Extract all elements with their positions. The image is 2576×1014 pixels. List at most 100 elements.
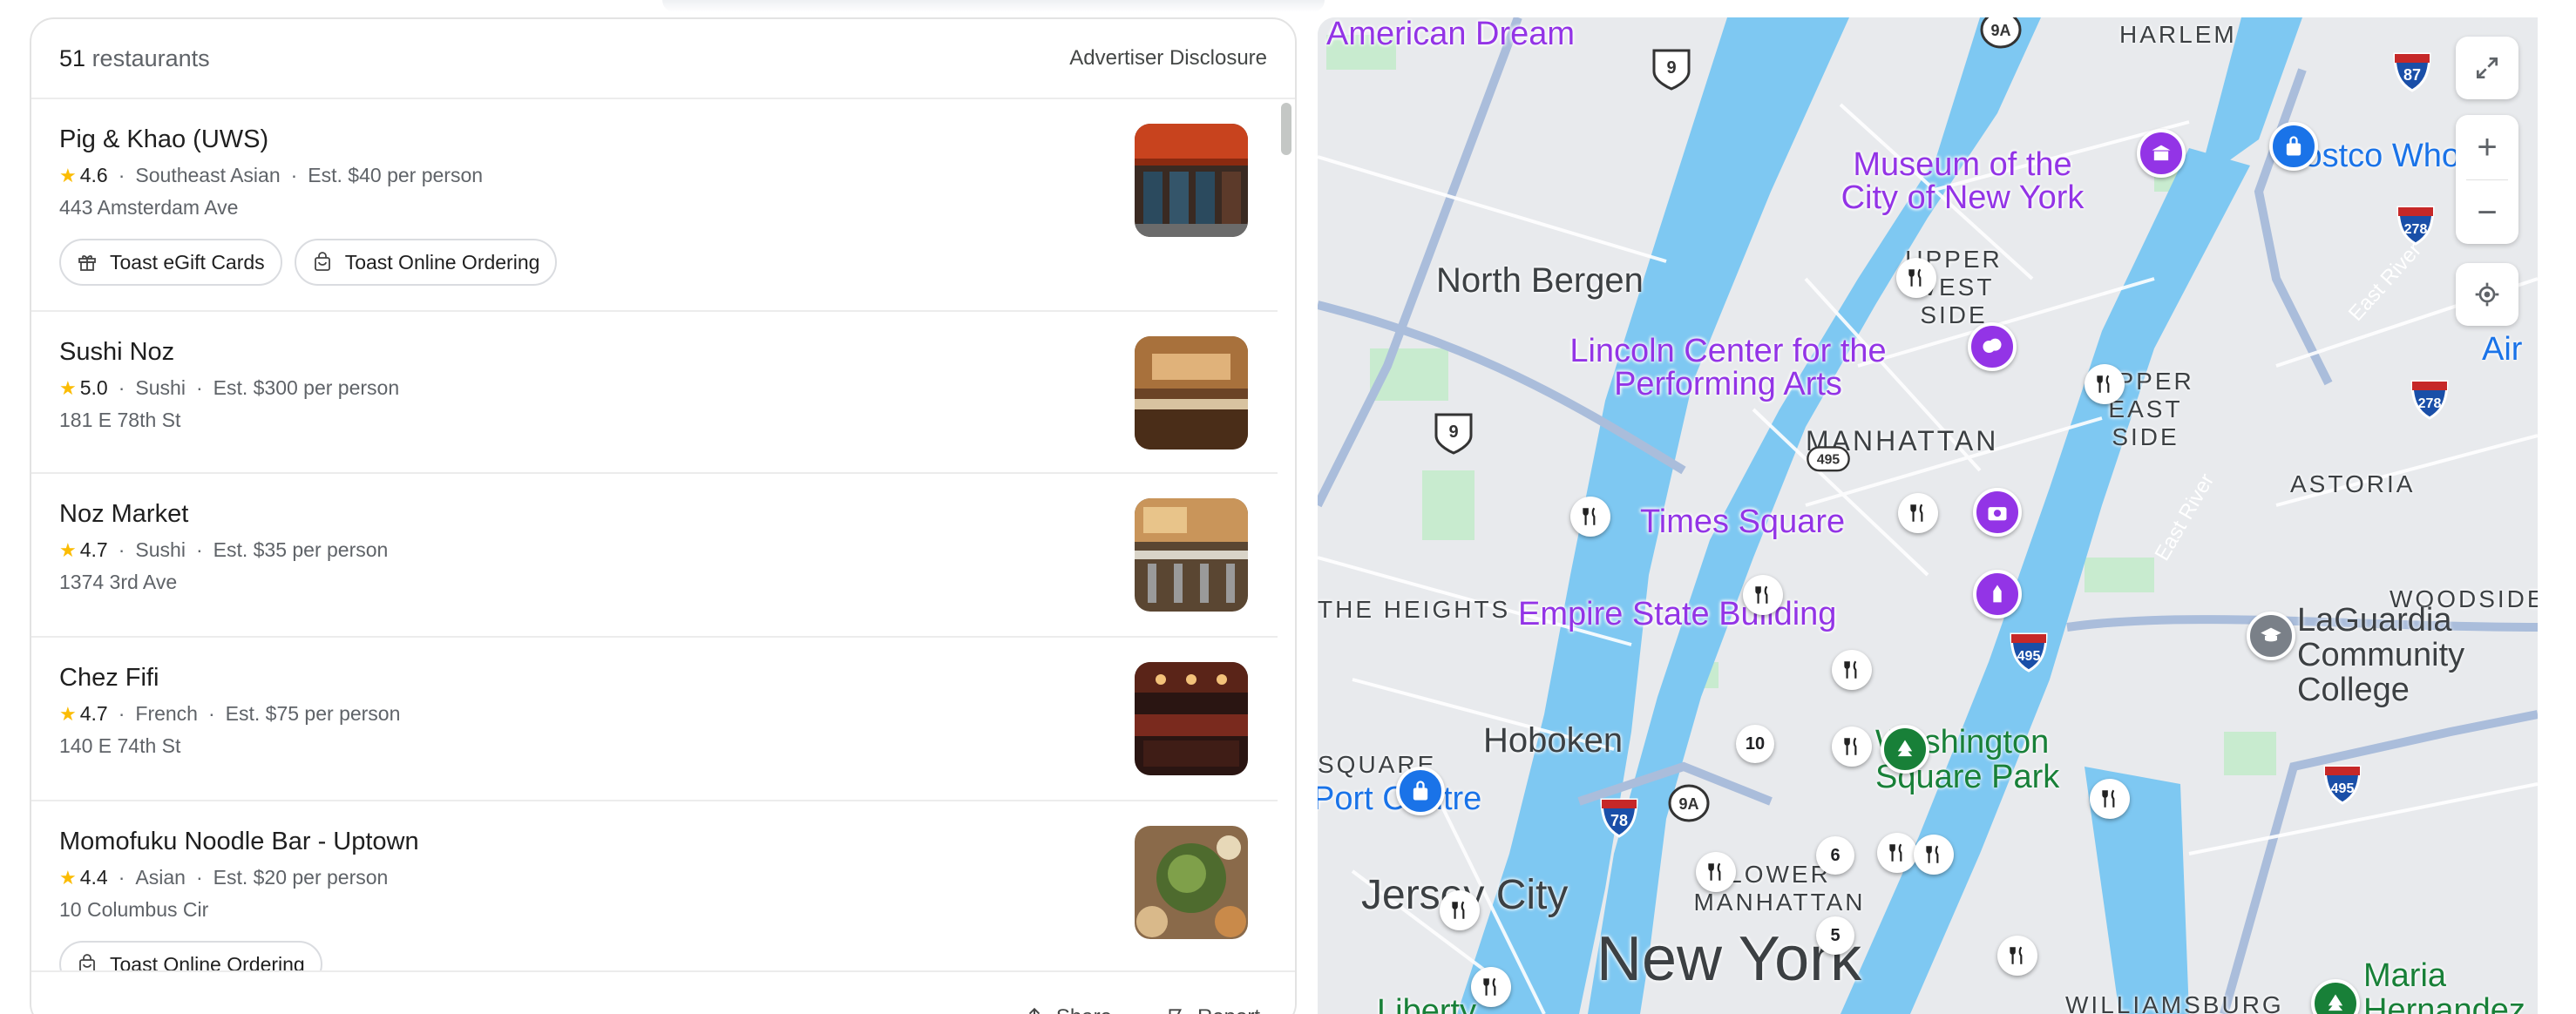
restaurant-photo[interactable] [1135, 336, 1248, 450]
laguardia-college-marker[interactable] [2247, 612, 2295, 660]
chip-label: Toast Online Ordering [110, 952, 305, 971]
results-header: 51 restaurants Advertiser Disclosure [31, 19, 1295, 99]
utensils-icon [1452, 901, 1465, 919]
restaurant-pin[interactable] [1832, 650, 1872, 690]
restaurant-pin[interactable] [1914, 835, 1954, 875]
museum-icon [2152, 145, 2171, 161]
restaurant-photo[interactable] [1135, 826, 1248, 939]
map-label-museum[interactable]: Museum of the City of New York [1832, 148, 2093, 214]
utensils-icon [1844, 737, 1857, 755]
map-label-airport[interactable]: Air [2482, 331, 2522, 368]
shield-number: 9A [1678, 795, 1698, 813]
restaurant-name[interactable]: Chez Fifi [59, 660, 1250, 695]
separator-dot: · [118, 538, 125, 561]
restaurant-pin[interactable] [2085, 364, 2125, 404]
map-label-williamsburg: WILLIAMSBURG [2065, 991, 2284, 1014]
restaurant-cuisine: French [135, 702, 198, 725]
restaurant-pin[interactable] [1898, 493, 1938, 533]
restaurant-pin[interactable] [1877, 833, 1917, 873]
restaurant-pin[interactable] [2090, 779, 2130, 819]
restaurant-photo[interactable] [1135, 498, 1248, 612]
separator-dot: · [118, 702, 125, 725]
online-ordering-chip[interactable]: Toast Online Ordering [294, 239, 558, 286]
online-ordering-chip[interactable]: Toast Online Ordering [59, 941, 322, 970]
utensils-icon [1926, 845, 1939, 863]
my-location-button[interactable] [2456, 263, 2518, 326]
utensils-icon [2097, 375, 2110, 393]
shield-number: 278 [2404, 222, 2428, 237]
museum-marker[interactable] [2137, 129, 2186, 178]
restaurant-item[interactable]: Pig & Khao (UWS) ★ 4.6 · Southeast Asian… [31, 99, 1278, 312]
map-label-american-dream[interactable]: American Dream [1326, 17, 1575, 51]
shield-number: 495 [2017, 649, 2041, 664]
list-scrollbar[interactable] [1281, 103, 1291, 155]
restaurant-item[interactable]: Momofuku Noodle Bar - Uptown ★ 4.4 · Asi… [31, 801, 1278, 970]
port-centre-marker[interactable] [1396, 767, 1445, 815]
restaurant-name[interactable]: Momofuku Noodle Bar - Uptown [59, 824, 1250, 859]
fullscreen-button[interactable] [2456, 37, 2518, 99]
lincoln-center-marker[interactable] [1968, 322, 2017, 371]
utensils-icon [1583, 507, 1596, 525]
egift-cards-chip[interactable]: Toast eGift Cards [59, 239, 282, 286]
restaurant-cluster[interactable]: 5 [1816, 916, 1854, 955]
restaurant-pin[interactable] [1471, 967, 1511, 1007]
costco-marker[interactable] [2269, 122, 2318, 171]
restaurant-cluster[interactable]: 10 [1736, 725, 1774, 763]
map-label-lincoln-center[interactable]: Lincoln Center for the Performing Arts [1558, 335, 1898, 401]
restaurant-item[interactable]: Sushi Noz ★ 5.0 · Sushi · Est. $300 per … [31, 312, 1278, 474]
separator-dot: · [195, 538, 203, 561]
shopping-bag-icon [2286, 136, 2301, 156]
theater-icon [1983, 338, 2002, 353]
share-button[interactable]: Share [1023, 995, 1112, 1014]
restaurant-name[interactable]: Sushi Noz [59, 335, 1250, 369]
restaurant-pin[interactable] [1896, 258, 1936, 298]
shield-number: 9 [1666, 58, 1676, 78]
shield-number: 78 [1610, 812, 1628, 829]
restaurant-item[interactable]: Noz Market ★ 4.7 · Sushi · Est. $35 per … [31, 474, 1278, 638]
utensils-icon [1889, 843, 1902, 862]
map-label-times-square[interactable]: Times Square [1640, 505, 1845, 538]
restaurant-address: 10 Columbus Cir [59, 898, 209, 921]
times-square-marker[interactable] [1973, 488, 2022, 537]
landmark-icon [1993, 585, 2002, 603]
restaurant-meta: ★ 4.4 · Asian · Est. $20 per person [59, 866, 1250, 889]
map-view[interactable]: American Dream HARLEM Museum of the City… [1318, 17, 2538, 1014]
zoom-in-button[interactable]: + [2456, 115, 2518, 179]
report-label: Report [1197, 1005, 1260, 1014]
restaurant-cuisine: Sushi [135, 376, 186, 399]
restaurant-list[interactable]: Pig & Khao (UWS) ★ 4.6 · Southeast Asian… [31, 99, 1278, 970]
shopping-bag-icon [79, 954, 95, 970]
interstate-495-shield: 495 [2320, 760, 2365, 805]
restaurant-item[interactable]: Chez Fifi ★ 4.7 · French · Est. $75 per … [31, 638, 1278, 801]
restaurant-pin[interactable] [1997, 936, 2037, 976]
map-label-liberty[interactable]: Liberty [1377, 993, 1476, 1014]
advertiser-disclosure-link[interactable]: Advertiser Disclosure [1069, 46, 1267, 71]
shopping-bag-icon [314, 252, 330, 271]
flag-icon [1169, 1009, 1182, 1014]
restaurant-pin[interactable] [1696, 852, 1736, 892]
zoom-out-button[interactable]: − [2456, 180, 2518, 245]
star-icon: ★ [59, 702, 77, 725]
restaurant-pin[interactable] [1832, 727, 1872, 767]
restaurant-cuisine: Sushi [135, 538, 186, 561]
restaurant-cuisine: Southeast Asian [135, 164, 281, 186]
tree-icon [1897, 740, 1913, 757]
restaurant-pin[interactable] [1743, 575, 1783, 615]
map-label-empire-state[interactable]: Empire State Building [1518, 598, 1836, 631]
restaurant-pin[interactable] [1570, 497, 1610, 537]
restaurant-cluster[interactable]: 6 [1816, 836, 1854, 875]
utensils-icon [2102, 789, 2115, 808]
restaurant-name[interactable]: Noz Market [59, 497, 1250, 531]
empire-state-marker[interactable] [1973, 570, 2022, 619]
expand-icon [2477, 57, 2498, 78]
map-label-laguardia[interactable]: LaGuardia Community College [2297, 603, 2538, 707]
restaurant-pin[interactable] [1440, 890, 1480, 930]
washington-square-marker[interactable] [1881, 725, 1929, 774]
restaurant-photo[interactable] [1135, 124, 1248, 237]
report-button[interactable]: Report [1164, 995, 1260, 1014]
map-label-maria-hernandez[interactable]: Maria Hernandez [2363, 958, 2538, 1014]
restaurant-photo[interactable] [1135, 662, 1248, 775]
restaurant-name[interactable]: Pig & Khao (UWS) [59, 122, 1250, 157]
map-label-hoboken: Hoboken [1483, 721, 1624, 760]
star-icon: ★ [59, 866, 77, 889]
